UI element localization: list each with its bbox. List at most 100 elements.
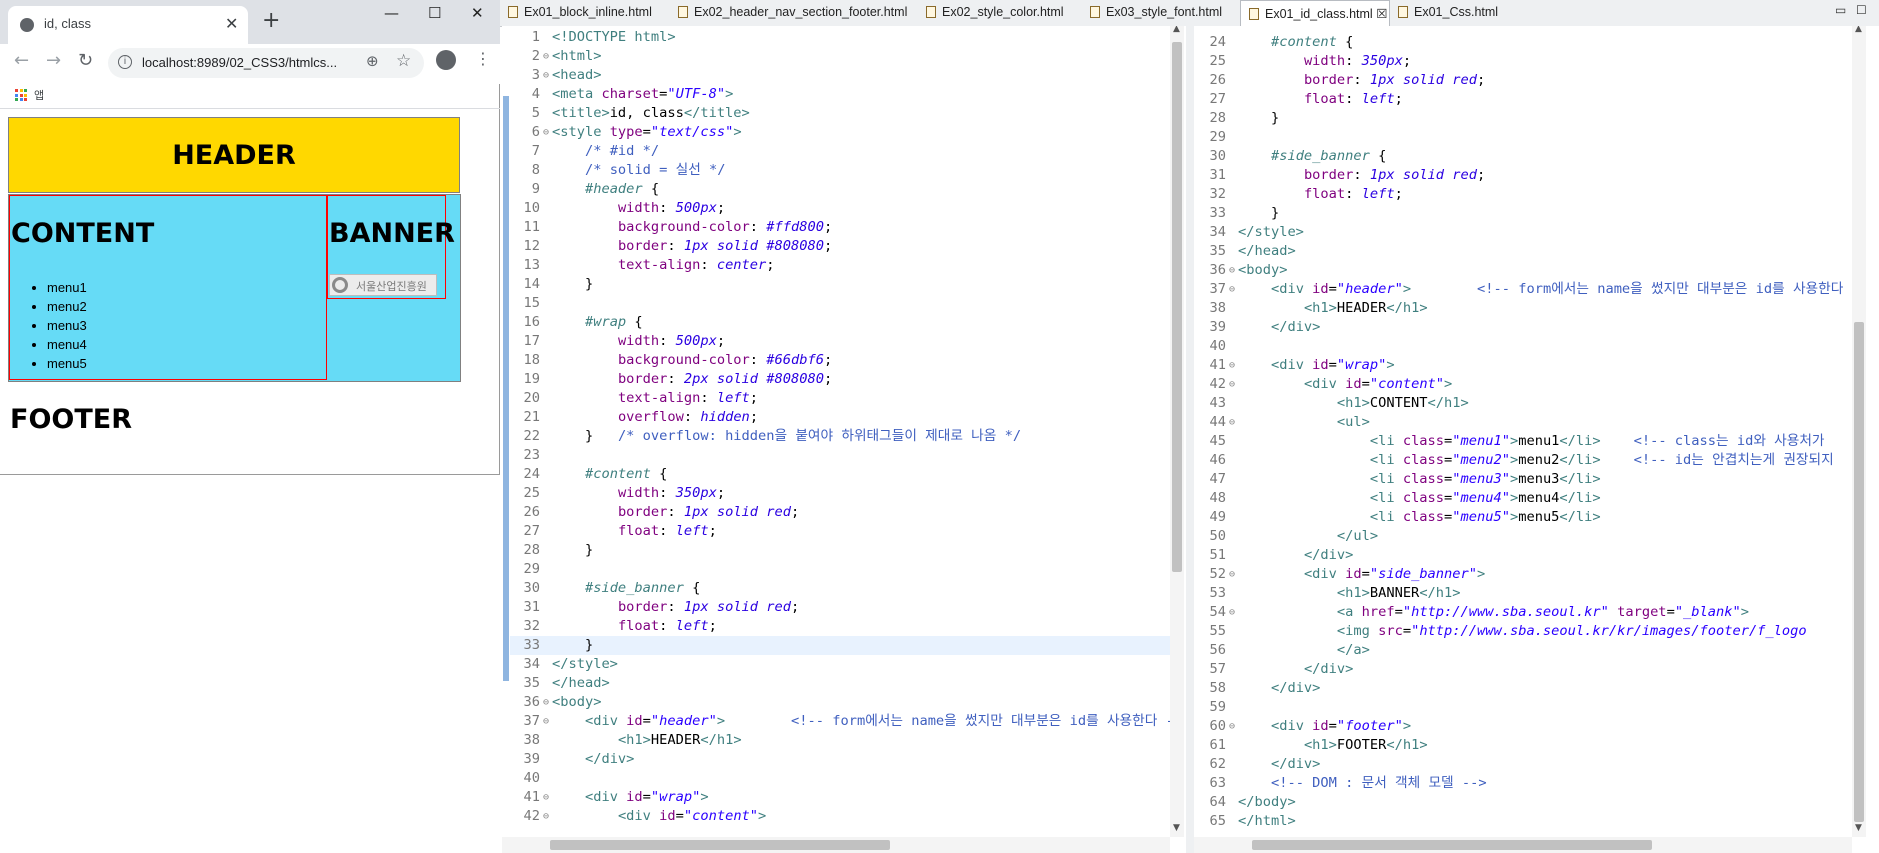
code-line[interactable]: 39 </div> <box>510 750 1182 769</box>
forward-icon[interactable]: → <box>46 50 61 71</box>
address-bar[interactable]: i localhost:8989/02_CSS3/htmlcs... ⊕ ☆ <box>108 48 424 78</box>
pane-divider[interactable] <box>1186 26 1194 853</box>
info-icon[interactable]: i <box>118 55 132 69</box>
code-line[interactable]: 42 ⊖ <div id="content"> <box>510 807 1182 826</box>
horizontal-scrollbar[interactable] <box>502 837 1170 853</box>
code-view[interactable]: 24 #content {25 width: 350px; 26 border: … <box>1196 33 1869 831</box>
browser-tab[interactable]: id, class ✕ <box>8 6 248 44</box>
fold-toggle-icon[interactable]: ⊖ <box>540 693 552 712</box>
profile-icon[interactable] <box>436 50 456 70</box>
close-tab-icon[interactable]: ✕ <box>225 14 238 33</box>
code-line[interactable]: 32 float: left; <box>1196 185 1868 204</box>
maximize-icon[interactable]: ☐ <box>1856 3 1867 17</box>
code-line[interactable]: 38 <h1>HEADER</h1> <box>510 731 1182 750</box>
code-line[interactable]: 19 border: 2px solid #808080; <box>510 370 1182 389</box>
code-line[interactable]: 14 } <box>510 275 1182 294</box>
code-line[interactable]: 37 ⊖ <div id="header"> <!-- form에서는 name을… <box>510 712 1183 731</box>
code-line[interactable]: 30 #side_banner { <box>510 579 1182 598</box>
code-line[interactable]: 13 text-align: center; <box>510 256 1182 275</box>
code-line[interactable]: 36 ⊖ <body> <box>1196 261 1868 280</box>
code-line[interactable]: 27 float: left; <box>510 522 1182 541</box>
code-line[interactable]: 12 border: 1px solid #808080; <box>510 237 1182 256</box>
code-line[interactable]: 20 text-align: left; <box>510 389 1182 408</box>
code-line[interactable]: 42 ⊖ <div id="content"> <box>1196 375 1868 394</box>
code-line[interactable]: 33 } <box>1196 204 1868 223</box>
code-line[interactable]: 22 } /* overflow: hidden을 붙여야 하위태그들이 제대로… <box>510 427 1182 446</box>
code-line[interactable]: 48 <li class="menu4">menu4</li> <box>1196 489 1868 508</box>
code-line[interactable]: 49 <li class="menu5">menu5</li> <box>1196 508 1868 527</box>
code-line[interactable]: 47 <li class="menu3">menu3</li> <box>1196 470 1868 489</box>
code-line[interactable]: 60 ⊖ <div id="footer"> <box>1196 717 1868 736</box>
code-line[interactable]: 30 #side_banner { <box>1196 147 1868 166</box>
code-line[interactable]: 40 <box>1196 337 1868 356</box>
code-line[interactable]: 26 border: 1px solid red; <box>1196 71 1868 90</box>
code-line[interactable]: 18 background-color: #66dbf6; <box>510 351 1182 370</box>
code-line[interactable]: 57 </div> <box>1196 660 1868 679</box>
code-line[interactable]: 31 border: 1px solid red; <box>510 598 1182 617</box>
code-line[interactable]: 35 </head> <box>1196 242 1868 261</box>
code-view[interactable]: 1 <!DOCTYPE html> 2 ⊖ <html> 3 ⊖ <head> 4 <meta c… <box>510 28 1183 826</box>
minimize-icon[interactable]: — <box>384 4 399 22</box>
code-line[interactable]: 10 width: 500px; <box>510 199 1182 218</box>
vertical-scrollbar[interactable]: ▲ ▼ <box>1170 26 1184 837</box>
editor-pane-left[interactable]: 1 <!DOCTYPE html> 2 ⊖ <html> 3 ⊖ <head> 4 <meta c… <box>502 26 1186 853</box>
code-line[interactable]: 37 ⊖ <div id="header"> <!-- form에서는 name을… <box>1196 280 1869 299</box>
reload-icon[interactable]: ↻ <box>78 50 93 71</box>
maximize-icon[interactable]: ☐ <box>428 4 441 22</box>
code-line[interactable]: 2 ⊖ <html> <box>510 47 1182 66</box>
code-line[interactable]: 11 background-color: #ffd800; <box>510 218 1182 237</box>
code-line[interactable]: 29 <box>1196 128 1868 147</box>
code-line[interactable]: 27 float: left; <box>1196 90 1868 109</box>
code-line[interactable]: 26 border: 1px solid red; <box>510 503 1182 522</box>
code-line[interactable]: 34 </style> <box>1196 223 1868 242</box>
new-tab-button[interactable]: + <box>262 8 280 33</box>
fold-toggle-icon[interactable]: ⊖ <box>540 807 552 826</box>
code-line[interactable]: 64 </body> <box>1196 793 1868 812</box>
fold-toggle-icon[interactable]: ⊖ <box>540 47 552 66</box>
code-line[interactable]: 55 <img src="http://www.sba.seoul.kr/kr/… <box>1196 622 1868 641</box>
code-line[interactable]: 3 ⊖ <head> <box>510 66 1182 85</box>
code-line[interactable]: 51 </div> <box>1196 546 1868 565</box>
code-line[interactable]: 24 #content { <box>510 465 1182 484</box>
code-line[interactable]: 52 ⊖ <div id="side_banner"> <box>1196 565 1868 584</box>
code-line[interactable]: 45 <li class="menu1">menu1</li> <!-- cla… <box>1196 432 1868 451</box>
editor-pane-right[interactable]: 24 #content {25 width: 350px; 26 border: … <box>1194 26 1879 853</box>
fold-toggle-icon[interactable]: ⊖ <box>1226 375 1238 394</box>
code-line[interactable]: 35 </head> <box>510 674 1182 693</box>
fold-toggle-icon[interactable]: ⊖ <box>1226 717 1238 736</box>
code-line[interactable]: 29 <box>510 560 1182 579</box>
code-line[interactable]: 38 <h1>HEADER</h1> <box>1196 299 1868 318</box>
code-line[interactable]: 39 </div> <box>1196 318 1868 337</box>
code-line[interactable]: 65 </html> <box>1196 812 1868 831</box>
code-line[interactable]: 62 </div> <box>1196 755 1868 774</box>
editor-tab-active[interactable]: Ex01_id_class.html ☒ <box>1240 0 1390 26</box>
code-line[interactable]: 43 <h1>CONTENT</h1> <box>1196 394 1868 413</box>
code-line[interactable]: 5 <title>id, class</title> <box>510 104 1182 123</box>
code-line[interactable]: 46 <li class="menu2">menu2</li> <!-- id는… <box>1196 451 1868 470</box>
horizontal-scrollbar[interactable] <box>1194 837 1852 853</box>
fold-toggle-icon[interactable]: ⊖ <box>1226 280 1238 299</box>
code-line[interactable]: 32 float: left; <box>510 617 1182 636</box>
code-line[interactable]: 40 <box>510 769 1182 788</box>
code-line[interactable]: 41 ⊖ <div id="wrap"> <box>510 788 1182 807</box>
code-line[interactable]: 50 </ul> <box>1196 527 1868 546</box>
code-line[interactable]: 33 } <box>510 636 1183 655</box>
fold-toggle-icon[interactable]: ⊖ <box>1226 356 1238 375</box>
zoom-icon[interactable]: ⊕ <box>366 52 379 70</box>
fold-toggle-icon[interactable]: ⊖ <box>1226 603 1238 622</box>
code-line[interactable]: 36 ⊖ <body> <box>510 693 1182 712</box>
fold-toggle-icon[interactable]: ⊖ <box>540 788 552 807</box>
code-line[interactable]: 63 <!-- DOM : 문서 객체 모델 --> <box>1196 774 1868 793</box>
code-line[interactable]: 6 ⊖ <style type="text/css"> <box>510 123 1182 142</box>
code-line[interactable]: 34 </style> <box>510 655 1182 674</box>
fold-toggle-icon[interactable]: ⊖ <box>1226 261 1238 280</box>
code-line[interactable]: 41 ⊖ <div id="wrap"> <box>1196 356 1868 375</box>
code-line[interactable]: 8 /* solid = 실선 */ <box>510 161 1182 180</box>
code-line[interactable]: 9 #header { <box>510 180 1182 199</box>
code-line[interactable]: 58 </div> <box>1196 679 1868 698</box>
close-tab-icon[interactable]: ☒ <box>1376 7 1387 21</box>
code-line[interactable]: 61 <h1>FOOTER</h1> <box>1196 736 1868 755</box>
code-line[interactable]: 4 <meta charset="UTF-8"> <box>510 85 1182 104</box>
code-line[interactable]: 23 <box>510 446 1182 465</box>
code-line[interactable]: 7 /* #id */ <box>510 142 1182 161</box>
